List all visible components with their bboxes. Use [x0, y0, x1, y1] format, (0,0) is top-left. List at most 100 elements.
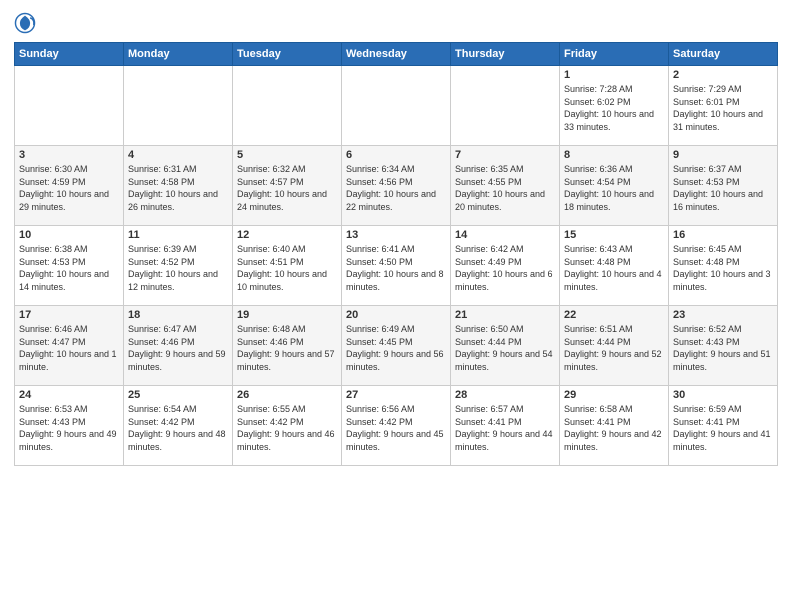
calendar-cell: [124, 66, 233, 146]
week-row-1: 3 Sunrise: 6:30 AM Sunset: 4:59 PM Daylig…: [15, 146, 778, 226]
day-number: 23: [673, 309, 773, 321]
day-info: Sunrise: 6:58 AM Sunset: 4:41 PM Dayligh…: [564, 403, 664, 453]
day-info: Sunrise: 6:30 AM Sunset: 4:59 PM Dayligh…: [19, 163, 119, 213]
day-number: 15: [564, 229, 664, 241]
day-header-friday: Friday: [560, 43, 669, 66]
day-header-wednesday: Wednesday: [342, 43, 451, 66]
day-number: 27: [346, 389, 446, 401]
day-info: Sunrise: 6:39 AM Sunset: 4:52 PM Dayligh…: [128, 243, 228, 293]
week-row-3: 17Sunrise: 6:46 AM Sunset: 4:47 PM Dayli…: [15, 306, 778, 386]
calendar-cell: 17Sunrise: 6:46 AM Sunset: 4:47 PM Dayli…: [15, 306, 124, 386]
day-info: Sunrise: 6:36 AM Sunset: 4:54 PM Dayligh…: [564, 163, 664, 213]
calendar-cell: 3 Sunrise: 6:30 AM Sunset: 4:59 PM Daylig…: [15, 146, 124, 226]
day-info: Sunrise: 6:42 AM Sunset: 4:49 PM Dayligh…: [455, 243, 555, 293]
calendar-cell: 12Sunrise: 6:40 AM Sunset: 4:51 PM Dayli…: [233, 226, 342, 306]
day-info: Sunrise: 6:54 AM Sunset: 4:42 PM Dayligh…: [128, 403, 228, 453]
calendar-cell: 19 Sunrise: 6:48 AM Sunset: 4:46 PM Dayli…: [233, 306, 342, 386]
day-number: 21: [455, 309, 555, 321]
day-number: 28: [455, 389, 555, 401]
day-info: Sunrise: 6:41 AM Sunset: 4:50 PM Dayligh…: [346, 243, 446, 293]
day-header-tuesday: Tuesday: [233, 43, 342, 66]
day-header-sunday: Sunday: [15, 43, 124, 66]
calendar-cell: 25 Sunrise: 6:54 AM Sunset: 4:42 PM Dayli…: [124, 386, 233, 466]
day-info: Sunrise: 6:43 AM Sunset: 4:48 PM Dayligh…: [564, 243, 664, 293]
day-info: Sunrise: 6:31 AM Sunset: 4:58 PM Dayligh…: [128, 163, 228, 213]
calendar-cell: 26Sunrise: 6:55 AM Sunset: 4:42 PM Dayli…: [233, 386, 342, 466]
day-number: 22: [564, 309, 664, 321]
day-header-saturday: Saturday: [669, 43, 778, 66]
day-number: 1: [564, 69, 664, 81]
day-number: 6: [346, 149, 446, 161]
day-number: 19: [237, 309, 337, 321]
calendar-cell: 11 Sunrise: 6:39 AM Sunset: 4:52 PM Dayli…: [124, 226, 233, 306]
day-number: 7: [455, 149, 555, 161]
day-info: Sunrise: 6:35 AM Sunset: 4:55 PM Dayligh…: [455, 163, 555, 213]
day-info: Sunrise: 6:55 AM Sunset: 4:42 PM Dayligh…: [237, 403, 337, 453]
day-number: 16: [673, 229, 773, 241]
calendar-cell: 13 Sunrise: 6:41 AM Sunset: 4:50 PM Dayli…: [342, 226, 451, 306]
calendar-cell: 1 Sunrise: 7:28 AM Sunset: 6:02 PM Daylig…: [560, 66, 669, 146]
day-number: 8: [564, 149, 664, 161]
day-info: Sunrise: 6:45 AM Sunset: 4:48 PM Dayligh…: [673, 243, 773, 293]
week-row-4: 24Sunrise: 6:53 AM Sunset: 4:43 PM Dayli…: [15, 386, 778, 466]
week-row-2: 10Sunrise: 6:38 AM Sunset: 4:53 PM Dayli…: [15, 226, 778, 306]
day-number: 29: [564, 389, 664, 401]
calendar-cell: 29 Sunrise: 6:58 AM Sunset: 4:41 PM Dayli…: [560, 386, 669, 466]
logo-icon: [14, 12, 36, 34]
logo: [14, 14, 40, 36]
day-info: Sunrise: 6:57 AM Sunset: 4:41 PM Dayligh…: [455, 403, 555, 453]
day-number: 5: [237, 149, 337, 161]
day-header-monday: Monday: [124, 43, 233, 66]
calendar-header: SundayMondayTuesdayWednesdayThursdayFrid…: [15, 43, 778, 66]
calendar-cell: 9Sunrise: 6:37 AM Sunset: 4:53 PM Daylig…: [669, 146, 778, 226]
calendar-cell: 20Sunrise: 6:49 AM Sunset: 4:45 PM Dayli…: [342, 306, 451, 386]
day-number: 30: [673, 389, 773, 401]
day-info: Sunrise: 7:28 AM Sunset: 6:02 PM Dayligh…: [564, 83, 664, 133]
day-number: 14: [455, 229, 555, 241]
day-info: Sunrise: 6:53 AM Sunset: 4:43 PM Dayligh…: [19, 403, 119, 453]
calendar-cell: 27 Sunrise: 6:56 AM Sunset: 4:42 PM Dayli…: [342, 386, 451, 466]
calendar-cell: 15 Sunrise: 6:43 AM Sunset: 4:48 PM Dayli…: [560, 226, 669, 306]
day-info: Sunrise: 6:47 AM Sunset: 4:46 PM Dayligh…: [128, 323, 228, 373]
calendar-cell: 5 Sunrise: 6:32 AM Sunset: 4:57 PM Daylig…: [233, 146, 342, 226]
week-row-0: 1 Sunrise: 7:28 AM Sunset: 6:02 PM Daylig…: [15, 66, 778, 146]
day-number: 13: [346, 229, 446, 241]
calendar-cell: 8 Sunrise: 6:36 AM Sunset: 4:54 PM Daylig…: [560, 146, 669, 226]
page: SundayMondayTuesdayWednesdayThursdayFrid…: [0, 0, 792, 612]
calendar-cell: 30 Sunrise: 6:59 AM Sunset: 4:41 PM Dayli…: [669, 386, 778, 466]
day-info: Sunrise: 6:32 AM Sunset: 4:57 PM Dayligh…: [237, 163, 337, 213]
calendar-cell: [451, 66, 560, 146]
calendar-cell: 18 Sunrise: 6:47 AM Sunset: 4:46 PM Dayli…: [124, 306, 233, 386]
day-info: Sunrise: 6:48 AM Sunset: 4:46 PM Dayligh…: [237, 323, 337, 373]
calendar-cell: 21Sunrise: 6:50 AM Sunset: 4:44 PM Dayli…: [451, 306, 560, 386]
day-number: 2: [673, 69, 773, 81]
day-info: Sunrise: 6:59 AM Sunset: 4:41 PM Dayligh…: [673, 403, 773, 453]
day-header-thursday: Thursday: [451, 43, 560, 66]
header: [14, 10, 778, 36]
calendar-table: SundayMondayTuesdayWednesdayThursdayFrid…: [14, 42, 778, 466]
calendar-cell: 23 Sunrise: 6:52 AM Sunset: 4:43 PM Dayli…: [669, 306, 778, 386]
calendar-cell: [342, 66, 451, 146]
calendar-cell: 16 Sunrise: 6:45 AM Sunset: 4:48 PM Dayli…: [669, 226, 778, 306]
calendar-cell: [233, 66, 342, 146]
calendar-cell: 24Sunrise: 6:53 AM Sunset: 4:43 PM Dayli…: [15, 386, 124, 466]
day-info: Sunrise: 6:56 AM Sunset: 4:42 PM Dayligh…: [346, 403, 446, 453]
day-info: Sunrise: 6:37 AM Sunset: 4:53 PM Dayligh…: [673, 163, 773, 213]
day-number: 18: [128, 309, 228, 321]
day-info: Sunrise: 6:38 AM Sunset: 4:53 PM Dayligh…: [19, 243, 119, 293]
day-number: 3: [19, 149, 119, 161]
day-info: Sunrise: 6:49 AM Sunset: 4:45 PM Dayligh…: [346, 323, 446, 373]
calendar-cell: 22Sunrise: 6:51 AM Sunset: 4:44 PM Dayli…: [560, 306, 669, 386]
day-number: 25: [128, 389, 228, 401]
day-info: Sunrise: 6:40 AM Sunset: 4:51 PM Dayligh…: [237, 243, 337, 293]
calendar-cell: 6 Sunrise: 6:34 AM Sunset: 4:56 PM Daylig…: [342, 146, 451, 226]
calendar-cell: 10Sunrise: 6:38 AM Sunset: 4:53 PM Dayli…: [15, 226, 124, 306]
calendar-cell: 14 Sunrise: 6:42 AM Sunset: 4:49 PM Dayli…: [451, 226, 560, 306]
day-number: 11: [128, 229, 228, 241]
day-info: Sunrise: 6:34 AM Sunset: 4:56 PM Dayligh…: [346, 163, 446, 213]
day-info: Sunrise: 6:52 AM Sunset: 4:43 PM Dayligh…: [673, 323, 773, 373]
day-number: 17: [19, 309, 119, 321]
header-row: SundayMondayTuesdayWednesdayThursdayFrid…: [15, 43, 778, 66]
day-info: Sunrise: 7:29 AM Sunset: 6:01 PM Dayligh…: [673, 83, 773, 133]
calendar-body: 1 Sunrise: 7:28 AM Sunset: 6:02 PM Daylig…: [15, 66, 778, 466]
